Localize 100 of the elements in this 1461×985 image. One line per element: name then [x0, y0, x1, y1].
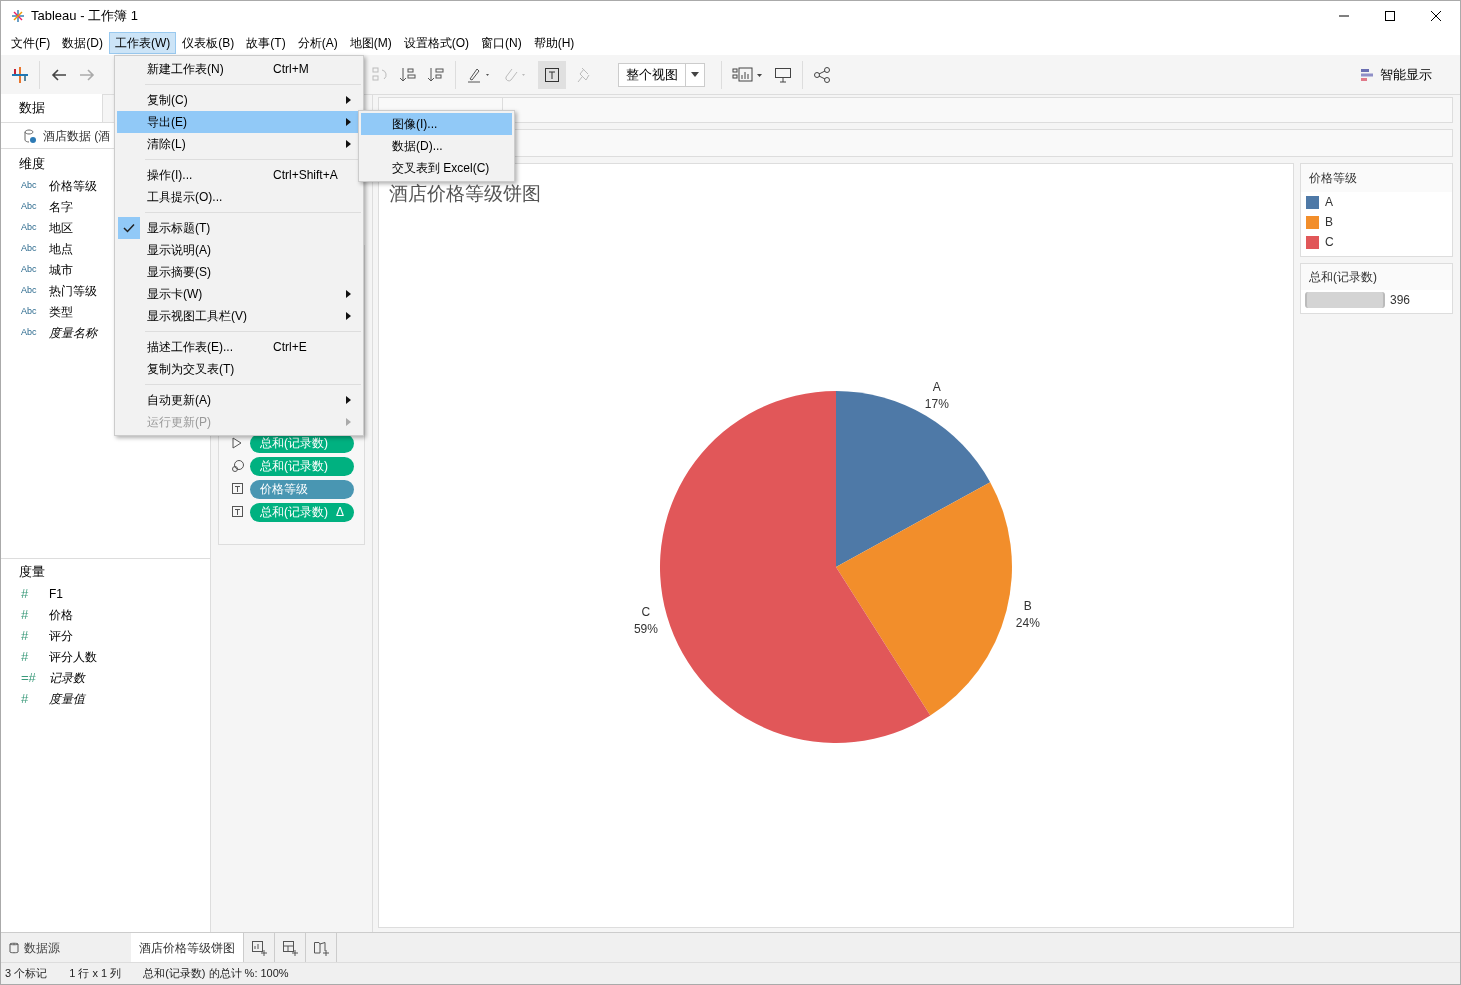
field-type-icon: #	[21, 583, 49, 604]
status-text: 1 行 x 1 列	[69, 966, 122, 982]
chart-title: 酒店价格等级饼图	[389, 183, 541, 203]
menu-item[interactable]: 显示标题(T)	[117, 208, 361, 239]
database-icon	[9, 941, 19, 954]
field-name[interactable]: 评分	[49, 626, 73, 645]
legend-label: A	[1325, 194, 1333, 211]
legend-label: B	[1325, 214, 1333, 231]
label-icon[interactable]	[231, 482, 245, 496]
sort-descending-icon[interactable]	[427, 65, 445, 84]
menu-item[interactable]: 设置格式(O)	[397, 32, 475, 54]
menu-item[interactable]: 工作表(W)	[109, 32, 177, 54]
section-title: 度量	[18, 563, 46, 582]
field-name[interactable]: 城市	[49, 260, 73, 279]
field-type-icon: Abc	[21, 283, 49, 298]
field-name[interactable]: 地点	[49, 239, 73, 258]
menu-item[interactable]: 显示说明(A)	[117, 239, 361, 261]
menu-item[interactable]: 图像(I)...	[361, 113, 512, 135]
menu-item[interactable]: 窗口(N)	[475, 32, 528, 54]
new-worksheet-icon[interactable]	[251, 939, 267, 956]
field-name[interactable]: 度量值	[49, 689, 85, 708]
field-name[interactable]: F1	[49, 584, 63, 603]
bar-chart-icon	[1360, 67, 1374, 82]
menu-item[interactable]: 显示卡(W)	[117, 283, 361, 305]
menu-item[interactable]: 导出(E)	[117, 111, 361, 133]
maximize-icon[interactable]	[1384, 10, 1396, 22]
submenu-arrow-icon	[346, 96, 351, 104]
status-text: 3 个标记	[5, 966, 48, 982]
new-story-icon[interactable]	[313, 939, 329, 956]
menu-item[interactable]: 清除(L)	[117, 133, 361, 155]
field-name[interactable]: 价格等级	[49, 176, 97, 195]
submenu-arrow-icon	[346, 290, 351, 298]
menu-item[interactable]: 数据(D)...	[361, 135, 512, 157]
menu-item[interactable]: 帮助(H)	[527, 32, 581, 54]
sheet-tab[interactable]: 酒店价格等级饼图	[131, 933, 243, 962]
caret-icon[interactable]	[691, 72, 699, 77]
sort-ascending-icon[interactable]	[399, 65, 417, 84]
window-title: Tableau - 工作簿 1	[31, 7, 138, 26]
back-icon[interactable]	[50, 66, 68, 83]
new-dashboard-icon[interactable]	[282, 939, 298, 956]
submenu-arrow-icon	[346, 118, 351, 126]
menu-item[interactable]: 操作(I)... Ctrl+Shift+A	[117, 155, 361, 186]
field-type-icon: Abc	[21, 262, 49, 277]
field-type-icon: Abc	[21, 199, 49, 214]
field-type-icon: #	[21, 625, 49, 646]
menu-item[interactable]: 仪表板(B)	[176, 32, 241, 54]
menu-item[interactable]: 数据(D)	[56, 32, 109, 54]
percent-label: 59%	[633, 622, 658, 637]
field-name[interactable]: 热门等级	[49, 281, 97, 300]
data-tab[interactable]: 数据	[1, 94, 103, 122]
menu-item[interactable]: 描述工作表(E)... Ctrl+E	[117, 327, 361, 358]
tableau-logo-icon[interactable]	[11, 65, 29, 84]
field-type-icon: Abc	[21, 325, 49, 340]
database-icon	[23, 128, 37, 143]
app-logo-icon	[11, 9, 25, 23]
field-name[interactable]: 类型	[49, 302, 73, 321]
menu-item[interactable]: 交叉表到 Excel(C)	[361, 157, 512, 179]
legend-title: 价格等级	[1301, 164, 1452, 192]
menu-item[interactable]: 显示摘要(S)	[117, 261, 361, 283]
menu-item[interactable]: 分析(A)	[291, 32, 344, 54]
menu-item[interactable]: 新建工作表(N) Ctrl+M	[117, 58, 361, 80]
menu-item[interactable]: 地图(M)	[343, 32, 398, 54]
chart-type-icon[interactable]	[732, 65, 764, 84]
data-source-name[interactable]: 酒店数据 (酒	[43, 126, 111, 145]
category-label: B	[1023, 599, 1032, 614]
fit-dropdown[interactable]: 整个视图	[618, 62, 705, 87]
menu-item[interactable]: 复制为交叉表(T)	[117, 358, 361, 380]
field-type-icon: #	[21, 688, 49, 709]
menu-item[interactable]: 工具提示(O)...	[117, 186, 361, 208]
status-text: 总和(记录数) 的总计 %: 100%	[143, 966, 289, 982]
show-labels-button[interactable]	[538, 60, 566, 89]
percent-label: 24%	[1015, 616, 1040, 631]
presentation-icon[interactable]	[774, 65, 792, 84]
category-label: A	[932, 379, 941, 394]
menu-item[interactable]: 故事(T)	[240, 32, 292, 54]
field-type-icon: Abc	[21, 178, 49, 193]
menu-item[interactable]: 文件(F)	[5, 32, 57, 54]
field-name[interactable]: 价格	[49, 605, 73, 624]
field-name[interactable]: 名字	[49, 197, 73, 216]
sheet-tab[interactable]: 数据源	[1, 933, 131, 962]
legend-value: 396	[1390, 292, 1411, 309]
field-name[interactable]: 度量名称	[49, 323, 97, 342]
size-icon[interactable]	[231, 459, 245, 473]
menu-item[interactable]: 复制(C)	[117, 80, 361, 111]
field-name[interactable]: 记录数	[49, 668, 85, 687]
field-type-icon: #	[21, 604, 49, 625]
text-label-icon	[544, 66, 560, 83]
menu-item[interactable]: 自动更新(A)	[117, 380, 361, 411]
legend-label: C	[1325, 234, 1334, 251]
label-icon[interactable]	[231, 505, 245, 519]
legend-title: 总和(记录数)	[1301, 264, 1452, 290]
show-me-button[interactable]: 智能显示	[1360, 64, 1432, 85]
submenu-arrow-icon	[346, 418, 351, 426]
field-name[interactable]: 地区	[49, 218, 73, 237]
field-type-icon: Abc	[21, 304, 49, 319]
share-icon[interactable]	[813, 65, 831, 84]
field-name[interactable]: 评分人数	[49, 647, 97, 666]
menu-item[interactable]: 显示视图工具栏(V)	[117, 305, 361, 327]
close-icon[interactable]	[1430, 10, 1442, 22]
field-type-icon: Abc	[21, 220, 49, 235]
